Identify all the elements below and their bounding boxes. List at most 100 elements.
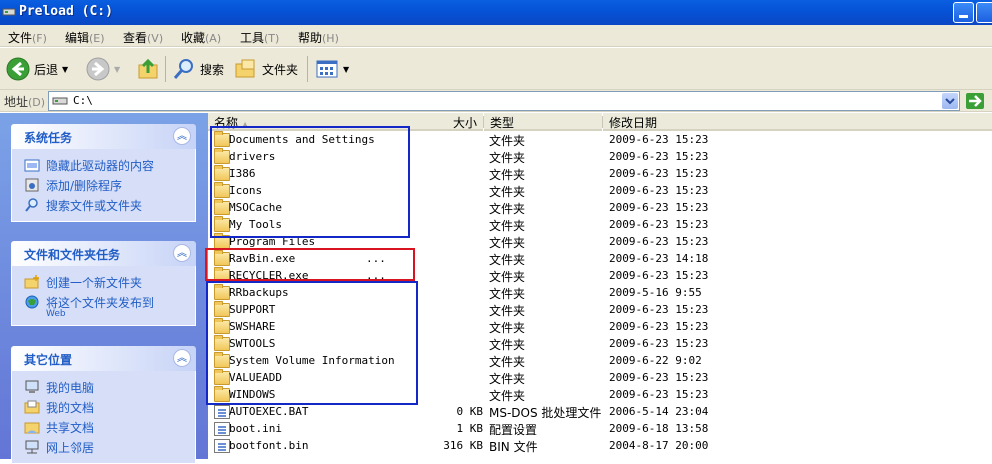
up-button[interactable] [136, 54, 160, 84]
panel-header[interactable]: 系统任务 ︽ [11, 124, 196, 149]
title-bar[interactable]: Preload (C:) [0, 0, 992, 25]
file-size: 0 KB [456, 405, 484, 418]
folder-icon [214, 267, 230, 283]
file-row[interactable]: boot.ini 1 KB 配置设置 2009-6-18 13:58 [208, 421, 992, 438]
collapse-button[interactable]: ︽ [173, 349, 191, 367]
file-row[interactable]: RavBin.exe 文件夹 2009-6-23 14:18... [208, 250, 992, 268]
chevron-down-icon[interactable]: ▼ [62, 65, 68, 74]
file-name: SWTOOLS [229, 337, 276, 350]
file-modified: 2009-6-23 14:18 [609, 252, 709, 265]
file-row[interactable]: SUPPORT 文件夹 2009-6-23 15:23 [208, 301, 992, 319]
file-modified: 2009-6-23 15:23 [609, 371, 709, 384]
toolbar-separator [165, 56, 166, 82]
file-name: SWSHARE [229, 320, 276, 333]
task-search-files[interactable]: 搜索文件或文件夹 [24, 195, 185, 215]
panel-body: 隐藏此驱动器的内容 添加/删除程序 搜索文件或文件夹 [11, 149, 196, 222]
collapse-button[interactable]: ︽ [173, 127, 191, 145]
file-row[interactable]: VALUEADD 文件夹 2009-6-23 15:23 [208, 369, 992, 387]
file-type: 配置设置 [489, 423, 538, 437]
maximize-button[interactable] [976, 2, 992, 23]
file-modified: 2009-6-23 15:23 [609, 269, 709, 282]
column-name-label: 名称 [214, 116, 239, 130]
task-new-folder[interactable]: 创建一个新文件夹 [24, 272, 185, 292]
file-row[interactable]: AUTOEXEC.BAT 0 KB MS-DOS 批处理文件 2006-5-14 23… [208, 404, 992, 421]
menu-favorites[interactable]: 收藏(A) [181, 29, 221, 46]
file-icon [214, 422, 230, 436]
place-my-computer[interactable]: 我的电脑 [24, 377, 185, 397]
column-header-modified[interactable]: 修改日期 [603, 113, 992, 131]
task-hide-drive-contents[interactable]: 隐藏此驱动器的内容 [24, 155, 185, 175]
file-row[interactable]: bootfont.bin 316 KB BIN 文件 2004-8-17 20:00 [208, 438, 992, 455]
file-modified: 2009-6-22 9:02 [609, 354, 702, 367]
go-button[interactable] [966, 93, 984, 109]
file-modified: 2009-6-23 15:23 [609, 337, 709, 350]
menu-file[interactable]: 文件(F) [8, 29, 47, 46]
chevron-up-icon: ︽ [177, 248, 187, 259]
folder-icon [214, 335, 230, 351]
task-label: 添加/删除程序 [46, 178, 123, 193]
file-row[interactable]: My Tools 文件夹 2009-6-23 15:23 [208, 216, 992, 234]
drive-icon [2, 8, 16, 16]
sort-ascending-icon: ▲ [242, 120, 249, 129]
address-dropdown-button[interactable] [942, 93, 958, 109]
panel-header[interactable]: 文件和文件夹任务 ︽ [11, 241, 196, 266]
collapse-button[interactable]: ︽ [173, 244, 191, 262]
panel-title: 其它位置 [24, 353, 73, 367]
file-row[interactable]: System Volume Information 文件夹 2009-6-22 9:… [208, 352, 992, 370]
file-name: Icons [229, 184, 263, 197]
file-row[interactable]: drivers 文件夹 2009-6-23 15:23 [208, 148, 992, 166]
file-type: 文件夹 [489, 389, 526, 403]
chevron-down-icon[interactable]: ▼ [114, 65, 120, 74]
file-row[interactable]: WINDOWS 文件夹 2009-6-23 15:23 [208, 386, 992, 404]
file-row[interactable]: MSOCache 文件夹 2009-6-23 15:23 [208, 199, 992, 217]
folders-button[interactable]: 文件夹 [234, 54, 298, 84]
panel-body: 我的电脑 我的文档 共享文档 网上邻居 [11, 371, 196, 464]
menu-edit[interactable]: 编辑(E) [65, 29, 105, 46]
file-row[interactable]: Program Files 文件夹 2009-6-23 15:23 [208, 233, 992, 251]
column-header-size[interactable]: 大小 [408, 113, 483, 131]
back-button[interactable]: 后退 ▼ [6, 54, 68, 84]
file-row[interactable]: I386 文件夹 2009-6-23 15:23 [208, 165, 992, 183]
file-row[interactable]: Icons 文件夹 2009-6-23 15:23 [208, 182, 992, 200]
file-name: boot.ini [229, 422, 282, 435]
chevron-up-icon: ︽ [177, 353, 187, 364]
network-places-icon [25, 440, 39, 454]
task-pane: 系统任务 ︽ 隐藏此驱动器的内容 添加/删除程序 搜索文件或文件夹 文件和文件夹… [0, 113, 208, 464]
chevron-down-icon[interactable]: ▼ [343, 65, 349, 74]
file-row[interactable]: SWTOOLS 文件夹 2009-6-23 15:23 [208, 335, 992, 353]
file-type: 文件夹 [489, 168, 526, 182]
file-icon [214, 439, 230, 453]
drive-contents-icon [24, 159, 40, 172]
place-shared-documents[interactable]: 共享文档 [24, 417, 185, 437]
file-type: MS-DOS 批处理文件 [489, 406, 602, 420]
file-row[interactable]: Documents and Settings 文件夹 2009-6-23 15:23 [208, 131, 992, 149]
explorer-window: Preload (C:) 文件(F) 编辑(E) 查看(V) 收藏(A) 工具(… [0, 0, 992, 464]
file-row[interactable]: RRbackups 文件夹 2009-5-16 9:55 [208, 284, 992, 302]
search-button[interactable]: 搜索 [172, 54, 224, 84]
folders-icon [235, 59, 255, 78]
menu-help[interactable]: 帮助(H) [298, 29, 339, 46]
file-modified: 2009-6-23 15:23 [609, 201, 709, 214]
panel-header[interactable]: 其它位置 ︽ [11, 346, 196, 371]
place-my-documents[interactable]: 我的文档 [24, 397, 185, 417]
column-header-type[interactable]: 类型 [484, 113, 602, 131]
menu-tools[interactable]: 工具(T) [240, 29, 279, 46]
file-row[interactable]: SWSHARE 文件夹 2009-6-23 15:23 [208, 318, 992, 336]
file-type: 文件夹 [489, 287, 526, 301]
address-input[interactable]: C:\ [48, 91, 960, 111]
menu-view[interactable]: 查看(V) [123, 29, 163, 46]
folder-up-icon [138, 58, 158, 79]
forward-button[interactable]: ▼ [86, 54, 120, 84]
file-type: 文件夹 [489, 134, 526, 148]
views-button[interactable]: ▼ [315, 54, 349, 84]
new-folder-icon [24, 275, 39, 289]
task-publish-web[interactable]: 将这个文件夹发布到 [24, 292, 185, 312]
file-modified: 2009-6-23 15:23 [609, 388, 709, 401]
minimize-button[interactable] [953, 2, 974, 23]
file-type: 文件夹 [489, 253, 526, 267]
task-add-remove-programs[interactable]: 添加/删除程序 [24, 175, 185, 195]
file-type: 文件夹 [489, 338, 526, 352]
file-row[interactable]: RECYCLER.exe 文件夹 2009-6-23 15:23... [208, 267, 992, 285]
toolbar-separator [307, 56, 308, 82]
place-network-places[interactable]: 网上邻居 [24, 437, 185, 457]
